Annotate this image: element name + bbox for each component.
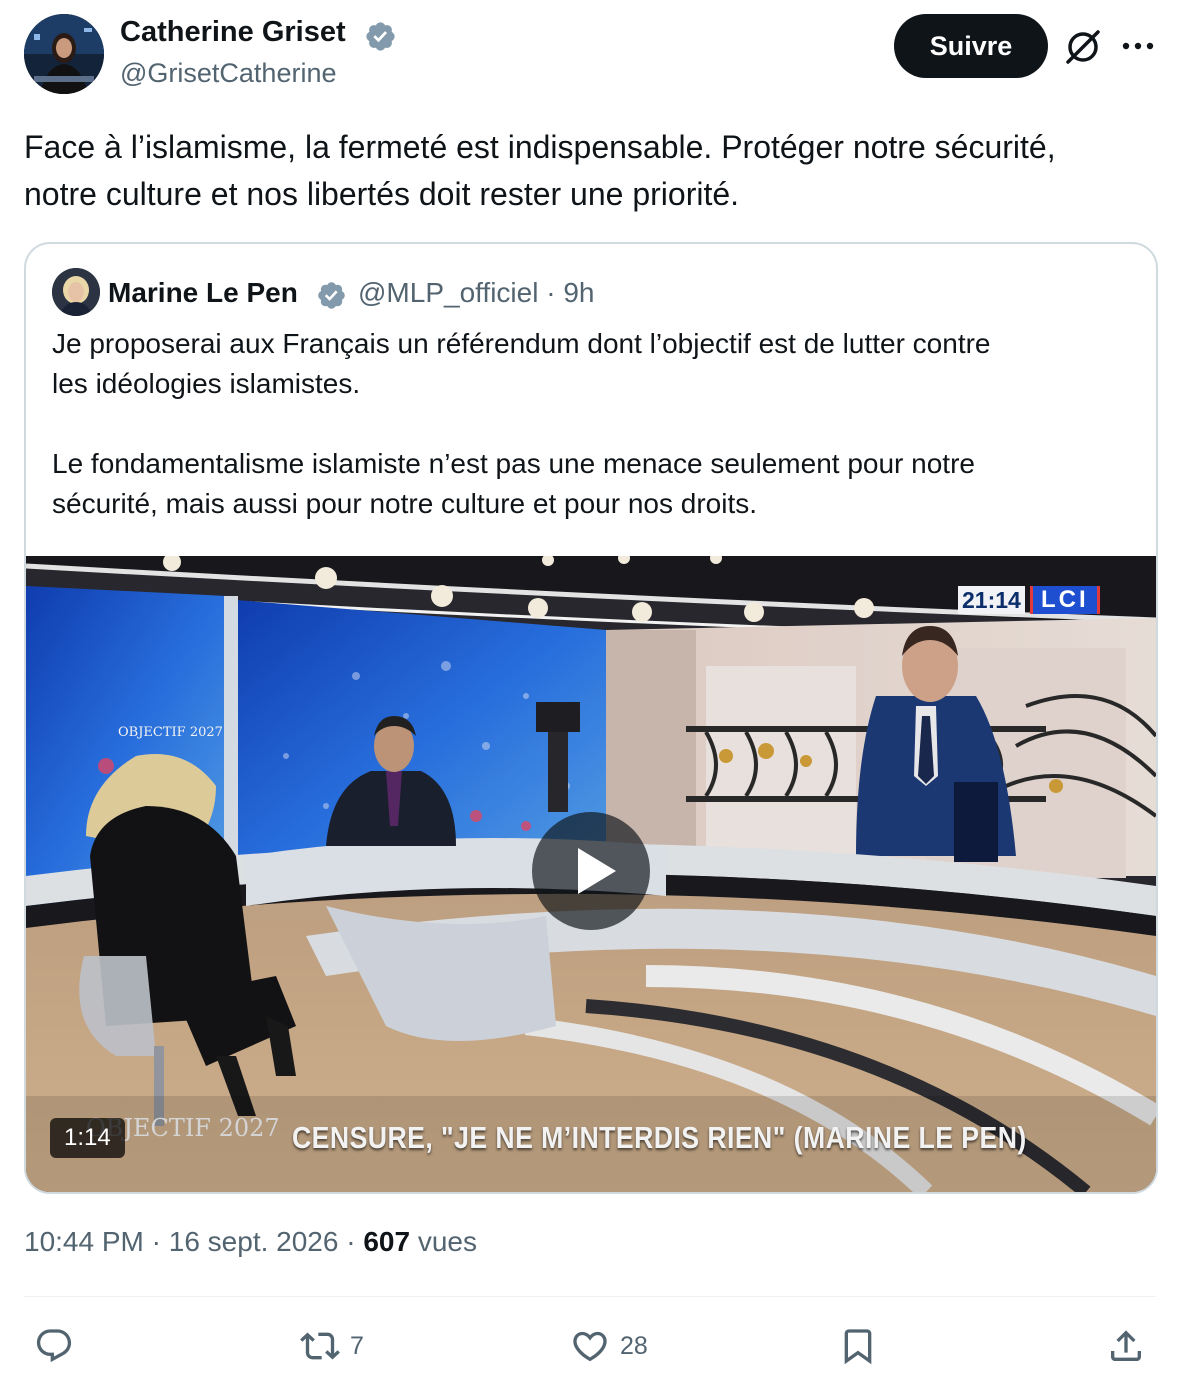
verified-badge-icon [364, 20, 397, 53]
tweet-date[interactable]: 16 sept. 2026 [169, 1226, 339, 1257]
follow-button[interactable]: Suivre [894, 14, 1048, 78]
video-player[interactable]: OBJECTIF 2027 OBJECTIF 2027 21:14 LCI 1:… [26, 556, 1156, 1192]
divider [24, 1296, 1156, 1297]
author-name[interactable]: Catherine Griset [120, 16, 346, 49]
share-icon [1111, 1330, 1141, 1361]
views-label: vues [417, 1226, 477, 1257]
quoted-author-name[interactable]: Marine Le Pen [108, 277, 298, 309]
separator-dot: · [151, 1226, 161, 1257]
bookmark-icon [844, 1329, 872, 1365]
share-button[interactable] [1106, 1322, 1146, 1370]
repost-button[interactable]: 7 [300, 1322, 364, 1370]
author-handle[interactable]: @GrisetCatherine [120, 58, 337, 89]
quoted-tweet-text: Je proposerai aux Français un référendum… [52, 328, 991, 519]
tweet-meta: 10:44 PM · 16 sept. 2026 · 607 vues [24, 1226, 477, 1258]
like-count: 28 [620, 1331, 648, 1360]
separator-dot: · [346, 1226, 356, 1257]
tweet-text: Face à l’islamisme, la fermeté est indis… [24, 129, 1056, 212]
author-avatar[interactable] [24, 14, 104, 94]
video-duration: 1:14 [50, 1118, 125, 1158]
repost-count: 7 [350, 1331, 364, 1360]
quoted-time[interactable]: 9h [563, 277, 594, 308]
bookmark-button[interactable] [838, 1322, 878, 1370]
reply-button[interactable] [34, 1322, 74, 1370]
views-count: 607 [363, 1226, 411, 1257]
separator-dot: · [546, 277, 556, 308]
grok-icon[interactable] [1062, 26, 1104, 68]
more-icon[interactable] [1118, 28, 1158, 64]
quoted-author-handle[interactable]: @MLP_officiel [358, 277, 538, 308]
reply-icon [36, 1329, 72, 1363]
verified-badge-icon [316, 280, 347, 311]
like-button[interactable]: 28 [570, 1322, 648, 1370]
heart-icon [573, 1331, 607, 1362]
video-chyron: CENSURE, "JE NE M’INTERDIS RIEN" (MARINE… [292, 1120, 1027, 1155]
play-icon[interactable] [532, 812, 650, 930]
repost-icon [300, 1332, 340, 1360]
quoted-author-avatar[interactable] [52, 268, 100, 316]
tweet-time[interactable]: 10:44 PM [24, 1226, 144, 1257]
quoted-tweet-card[interactable]: Marine Le Pen @MLP_officiel · 9h Je prop… [24, 242, 1158, 1194]
quoted-author-handle-time[interactable]: @MLP_officiel · 9h [358, 277, 594, 309]
tv-clock: 21:14 [958, 586, 1025, 614]
channel-logo: LCI [1030, 586, 1100, 614]
